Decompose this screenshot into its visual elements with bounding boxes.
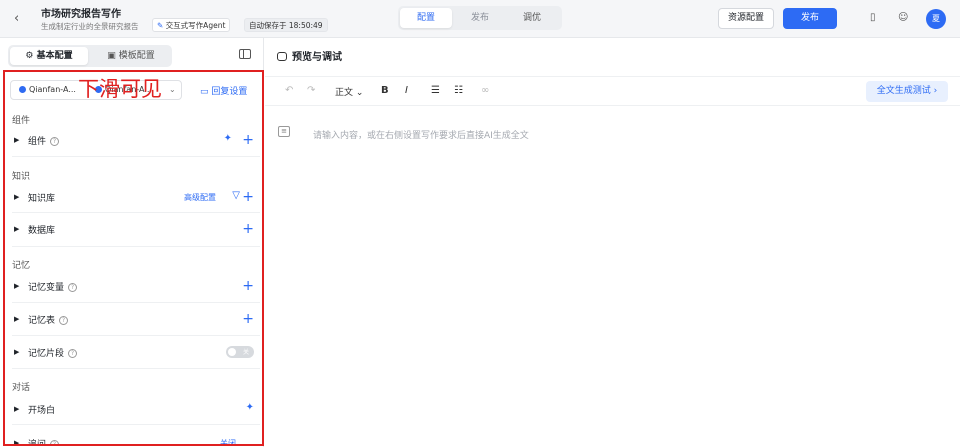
tab-basic-config[interactable]: ⚙ 基本配置 [10, 47, 88, 65]
back-icon[interactable]: ‹ [14, 11, 19, 26]
doc-subtitle: 生成制定行业的全景研究报告 [41, 22, 139, 31]
editor-toolbar: ↶ ↷ 正文 ⌄ B I ☰ ☷ ∞ 全文生成测试 › [265, 76, 960, 106]
config-tabs: ⚙ 基本配置 ▣ 模板配置 [8, 45, 172, 67]
preview-panel: 预览与调试 ↶ ↷ 正文 ⌄ B I ☰ ☷ ∞ 全文生成测试 › ≡ 请输入内… [265, 38, 960, 447]
italic-icon[interactable]: I [405, 85, 408, 96]
link-icon[interactable]: ∞ [481, 85, 489, 96]
undo-icon[interactable]: ↶ [285, 85, 293, 96]
doc-title: 市场研究报告写作 [41, 9, 121, 20]
template-icon: ▣ [107, 51, 116, 61]
chat-icon [277, 52, 287, 61]
agent-chip[interactable]: ✎ 交互式写作Agent [152, 18, 231, 32]
agent-chip-label: 交互式写作Agent [165, 21, 226, 30]
tab-template-config[interactable]: ▣ 模板配置 [92, 47, 170, 65]
resource-config-button[interactable]: 资源配置 [718, 8, 774, 29]
tab-template-label: 模板配置 [118, 51, 155, 61]
bullet-list-icon[interactable]: ☰ [431, 85, 440, 96]
preview-title-label: 预览与调试 [292, 52, 342, 63]
numbered-list-icon[interactable]: ☷ [454, 85, 463, 96]
mode-tabs: 配置 发布 调优 [398, 6, 562, 30]
avatar[interactable]: 夏 [926, 9, 946, 29]
preview-title: 预览与调试 [277, 48, 342, 63]
gear-icon: ⚙ [25, 51, 34, 61]
block-menu-icon[interactable]: ≡ [278, 126, 290, 137]
feedback-icon[interactable]: ☺ [898, 12, 908, 23]
publish-button[interactable]: 发布 [783, 8, 837, 29]
paragraph-style-select[interactable]: 正文 ⌄ [335, 85, 363, 98]
editor-placeholder[interactable]: 请输入内容，或在右侧设置写作要求后直接AI生成全文 [313, 128, 529, 141]
annotation-text: 下滑可见 [78, 77, 162, 101]
tab-publish[interactable]: 发布 [454, 8, 506, 28]
book-icon[interactable]: ▯ [870, 12, 876, 23]
tab-config[interactable]: 配置 [400, 8, 452, 28]
top-header: ‹ 市场研究报告写作 生成制定行业的全景研究报告 ✎ 交互式写作Agent 自动… [0, 0, 960, 38]
tab-basic-label: 基本配置 [36, 51, 73, 61]
tab-tuning[interactable]: 调优 [506, 8, 558, 28]
autosave-chip: 自动保存于 18:50:49 [244, 18, 328, 32]
redo-icon[interactable]: ↷ [307, 85, 315, 96]
agent-icon: ✎ [157, 21, 164, 30]
style-label: 正文 [335, 88, 354, 98]
annotation-box [3, 70, 264, 446]
panel-toggle-icon[interactable] [239, 49, 251, 59]
bold-icon[interactable]: B [381, 85, 389, 96]
full-generation-test-button[interactable]: 全文生成测试 › [866, 81, 948, 102]
